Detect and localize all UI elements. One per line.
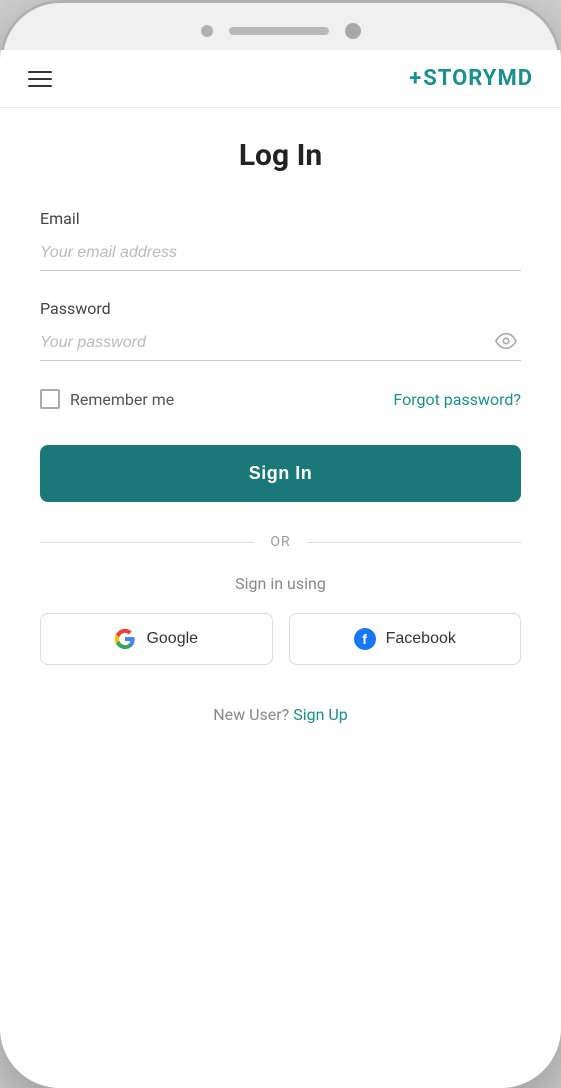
new-user-text: New User? xyxy=(213,705,289,724)
phone-screen: + STORYMD Log In Email Password xyxy=(0,50,561,1088)
app-header: + STORYMD xyxy=(0,50,561,108)
divider-line-left xyxy=(40,542,254,543)
sensor-indicator xyxy=(345,23,361,39)
logo-text: STORYMD xyxy=(423,66,533,91)
remember-me-label: Remember me xyxy=(70,390,174,409)
page-title: Log In xyxy=(40,138,521,173)
social-buttons-group: Google f Facebook xyxy=(40,613,521,665)
new-user-row: New User? Sign Up xyxy=(40,705,521,724)
phone-notch xyxy=(0,0,561,50)
remember-me-group: Remember me xyxy=(40,389,174,409)
password-label: Password xyxy=(40,299,521,318)
camera-indicator xyxy=(201,25,213,37)
password-wrapper xyxy=(40,326,521,361)
password-group: Password xyxy=(40,299,521,361)
hamburger-line-1 xyxy=(28,71,52,73)
facebook-button-label: Facebook xyxy=(386,630,456,648)
remember-me-checkbox[interactable] xyxy=(40,389,60,409)
signin-using-text: Sign in using xyxy=(40,574,521,593)
email-input[interactable] xyxy=(40,236,521,271)
google-button-label: Google xyxy=(146,630,198,648)
facebook-signin-button[interactable]: f Facebook xyxy=(289,613,522,665)
signup-link[interactable]: Sign Up xyxy=(293,705,348,724)
password-input[interactable] xyxy=(40,326,521,361)
email-label: Email xyxy=(40,209,521,228)
hamburger-menu-button[interactable] xyxy=(28,71,52,87)
divider-line-right xyxy=(307,542,521,543)
or-text: OR xyxy=(270,534,290,550)
or-divider: OR xyxy=(40,534,521,550)
email-group: Email xyxy=(40,209,521,271)
app-logo: + STORYMD xyxy=(409,66,533,91)
signin-button[interactable]: Sign In xyxy=(40,445,521,502)
phone-shell: + STORYMD Log In Email Password xyxy=(0,0,561,1088)
google-signin-button[interactable]: Google xyxy=(40,613,273,665)
forgot-password-link[interactable]: Forgot password? xyxy=(393,390,521,409)
hamburger-line-2 xyxy=(28,78,52,80)
hamburger-line-3 xyxy=(28,85,52,87)
remember-row: Remember me Forgot password? xyxy=(40,389,521,409)
logo-plus-icon: + xyxy=(409,68,421,90)
google-icon xyxy=(114,628,136,650)
main-content: Log In Email Password xyxy=(0,108,561,1088)
speaker-indicator xyxy=(229,27,329,35)
facebook-icon: f xyxy=(354,628,376,650)
toggle-password-icon[interactable] xyxy=(495,330,517,357)
